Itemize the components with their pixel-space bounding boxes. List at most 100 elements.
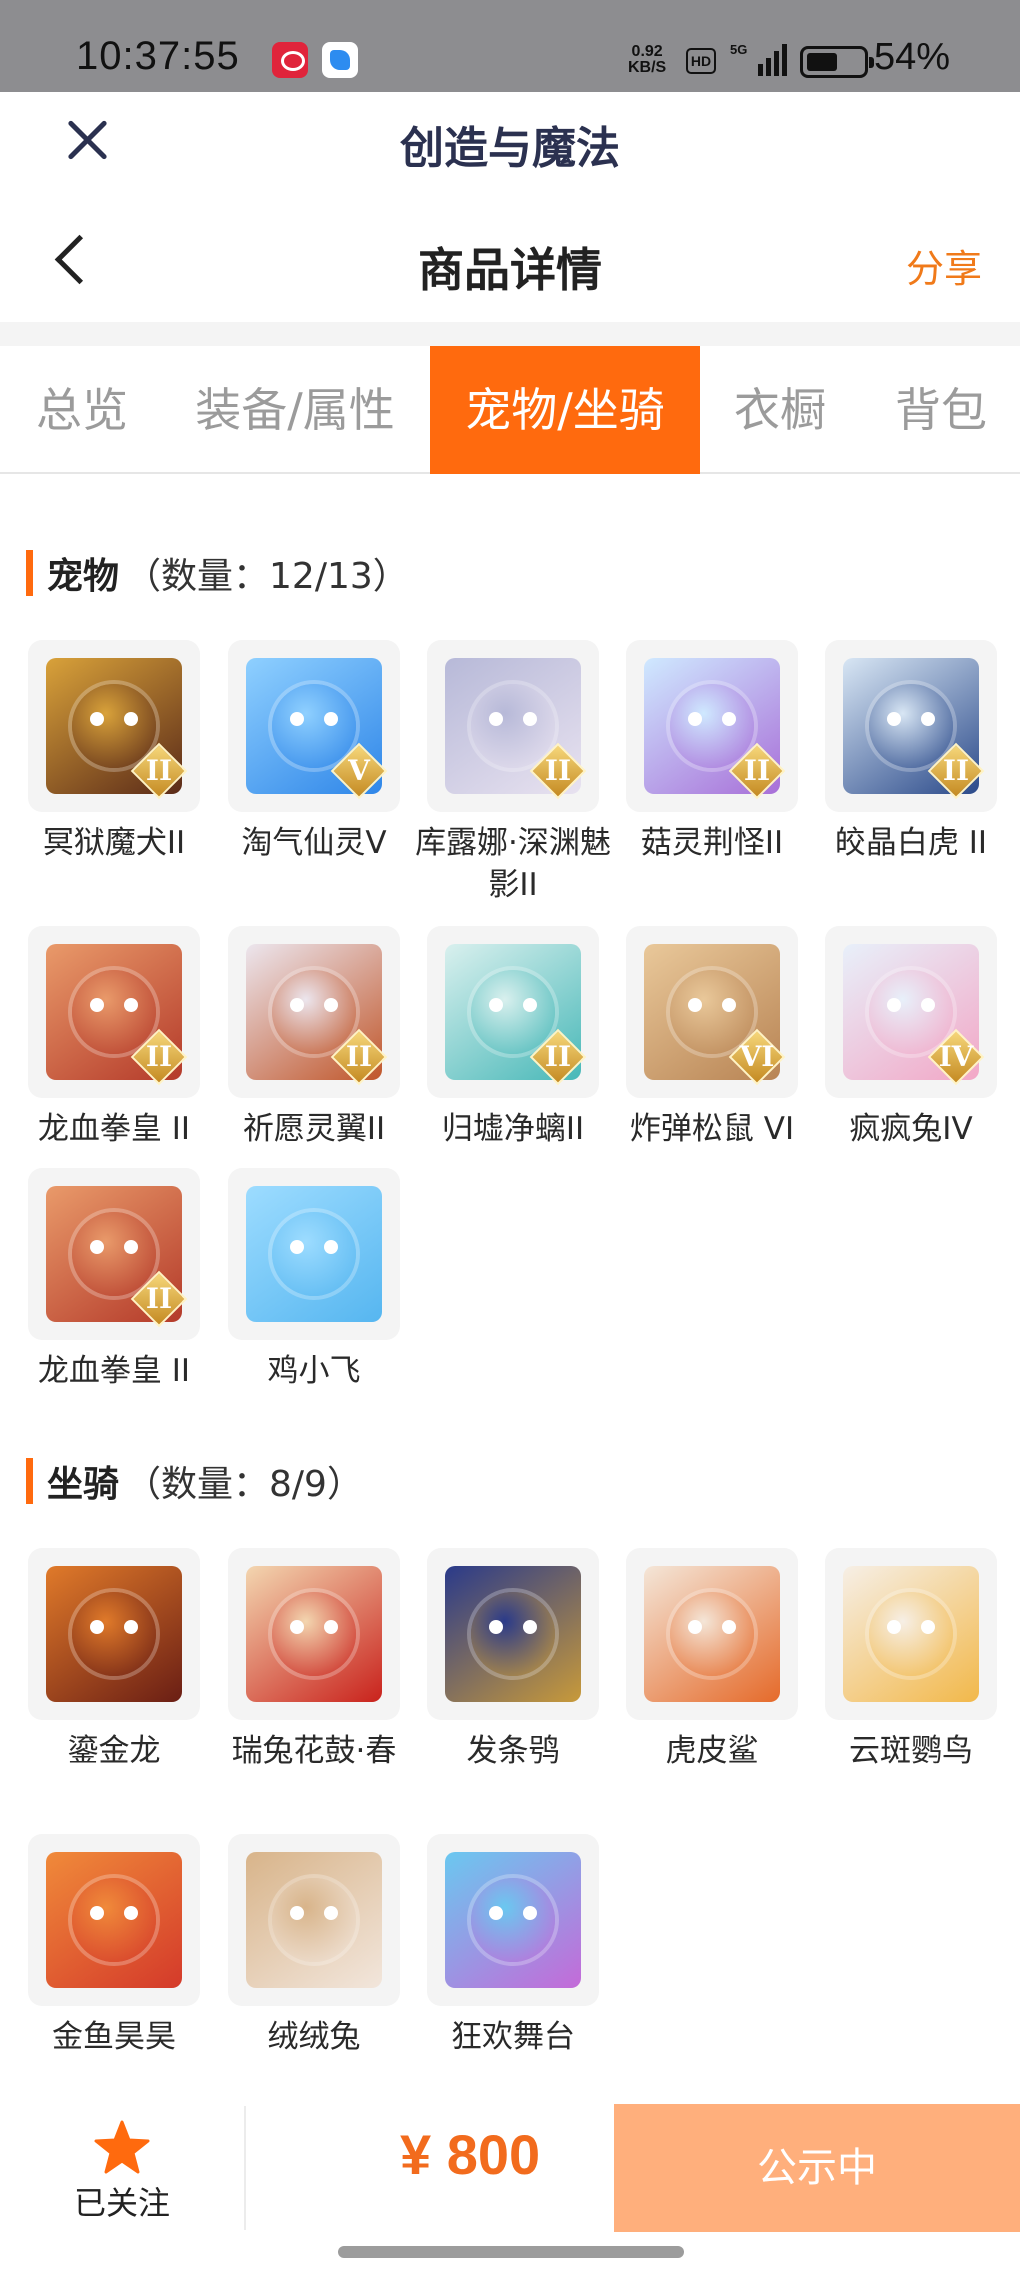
grid-item[interactable]: VI 炸弹松鼠 VI <box>624 926 800 1150</box>
item-artwork-eye <box>523 1906 537 1920</box>
item-artwork-eye <box>722 998 736 1012</box>
item-thumbnail: IV <box>825 926 997 1098</box>
item-artwork-eye <box>290 1906 304 1920</box>
grid-item[interactable]: 狂欢舞台 <box>425 1834 601 2058</box>
item-artwork-eye <box>489 712 503 726</box>
network-speed-value: 0.92 <box>631 43 663 60</box>
item-name: 鎏金龙 <box>67 1733 161 1769</box>
item-artwork-eye <box>290 712 304 726</box>
tab-wardrobe[interactable]: 衣橱 <box>718 346 842 474</box>
tier-badge-text: II <box>942 754 970 787</box>
signal-icon: 5G <box>730 42 787 76</box>
item-artwork-eye <box>90 1620 104 1634</box>
home-indicator[interactable] <box>338 2246 684 2258</box>
grid-item[interactable]: 鸡小飞 <box>226 1168 402 1392</box>
tier-badge: II <box>130 742 188 800</box>
item-artwork <box>246 1852 382 1988</box>
grid-item[interactable]: 绒绒兔 <box>226 1834 402 2058</box>
section-marker <box>26 550 33 596</box>
notification-app-icon <box>272 42 308 78</box>
tier-badge-text: IV <box>938 1040 974 1073</box>
item-artwork-eye <box>90 1906 104 1920</box>
grid-item[interactable]: 发条鸮 <box>425 1548 601 1772</box>
item-name: 绒绒兔 <box>267 2019 361 2055</box>
item-thumbnail: II <box>228 926 400 1098</box>
grid-item[interactable]: 虎皮鲨 <box>624 1548 800 1772</box>
item-artwork-figure <box>72 1878 156 1962</box>
tier-badge: II <box>927 742 985 800</box>
app-bar: 创造与魔法 <box>0 92 1020 192</box>
item-thumbnail: II <box>427 640 599 812</box>
tier-badge: II <box>529 1028 587 1086</box>
mounts-section-header: 坐骑 （数量：8/9） <box>26 1456 363 1506</box>
tier-badge: II <box>529 742 587 800</box>
item-artwork-eye <box>688 1620 702 1634</box>
item-thumbnail: II <box>825 640 997 812</box>
item-artwork-eye <box>688 998 702 1012</box>
grid-item[interactable]: II 归墟净螭II <box>425 926 601 1150</box>
item-artwork <box>445 1852 581 1988</box>
item-name: 祈愿灵翼II <box>242 1111 386 1147</box>
item-artwork-eye <box>921 998 935 1012</box>
tier-badge: II <box>330 1028 388 1086</box>
tab-backpack[interactable]: 背包 <box>876 346 1006 474</box>
tier-badge-text: II <box>145 754 173 787</box>
item-thumbnail <box>825 1548 997 1720</box>
follow-button[interactable]: 已关注 <box>0 2100 244 2236</box>
tier-badge-text: II <box>743 754 771 787</box>
item-artwork-eye <box>124 1906 138 1920</box>
item-artwork-eye <box>921 1620 935 1634</box>
grid-item[interactable]: II 龙血拳皇 II <box>26 926 202 1150</box>
item-name: 炸弹松鼠 VI <box>629 1111 795 1147</box>
item-artwork-eye <box>324 998 338 1012</box>
grid-item[interactable]: V 淘气仙灵V <box>226 640 402 864</box>
status-button[interactable]: 公示中 <box>614 2104 1020 2232</box>
item-artwork-figure <box>869 1592 953 1676</box>
tier-badge: VI <box>728 1028 786 1086</box>
item-artwork-figure <box>471 1878 555 1962</box>
grid-item[interactable]: 鎏金龙 <box>26 1548 202 1772</box>
item-artwork-eye <box>124 1240 138 1254</box>
tier-badge: II <box>130 1270 188 1328</box>
grid-item[interactable]: II 皎晶白虎 II <box>823 640 999 864</box>
grid-item[interactable]: IV 疯疯兔IV <box>823 926 999 1150</box>
grid-item[interactable]: 瑞兔花鼓·春 <box>226 1548 402 1772</box>
pets-section-title: 宠物 <box>47 556 120 597</box>
divider <box>0 322 1020 346</box>
item-artwork-eye <box>290 1620 304 1634</box>
item-thumbnail: II <box>626 640 798 812</box>
tab-equipment[interactable]: 装备/属性 <box>184 346 406 474</box>
mounts-section-title: 坐骑 <box>47 1464 120 1505</box>
tab-pets-mounts[interactable]: 宠物/坐骑 <box>430 346 700 474</box>
tier-badge-text: II <box>544 754 572 787</box>
item-thumbnail: V <box>228 640 400 812</box>
grid-item[interactable]: II 菇灵荆怪II <box>624 640 800 864</box>
grid-item[interactable]: 云斑鹦鸟 <box>823 1548 999 1772</box>
item-thumbnail <box>626 1548 798 1720</box>
item-thumbnail: II <box>28 640 200 812</box>
item-artwork-eye <box>489 1906 503 1920</box>
item-name: 狂欢舞台 <box>451 2019 575 2055</box>
item-name: 淘气仙灵V <box>241 825 387 861</box>
grid-item[interactable]: II 龙血拳皇 II <box>26 1168 202 1392</box>
network-type-label: 5G <box>730 42 747 57</box>
grid-item[interactable]: II 冥狱魔犬II <box>26 640 202 864</box>
tab-overview[interactable]: 总览 <box>0 346 164 474</box>
tier-badge: IV <box>927 1028 985 1086</box>
item-artwork-eye <box>523 712 537 726</box>
grid-item[interactable]: 金鱼昊昊 <box>26 1834 202 2058</box>
grid-item[interactable]: II 祈愿灵翼II <box>226 926 402 1150</box>
battery-icon <box>800 46 874 78</box>
item-thumbnail: VI <box>626 926 798 1098</box>
tier-badge-text: II <box>544 1040 572 1073</box>
tier-badge: II <box>728 742 786 800</box>
item-name: 云斑鹦鸟 <box>849 1733 973 1769</box>
grid-item[interactable]: II 库露娜·深渊魅影II <box>415 640 611 906</box>
item-artwork-eye <box>523 998 537 1012</box>
item-artwork-eye <box>90 712 104 726</box>
item-name: 皎晶白虎 II <box>834 825 988 861</box>
share-button[interactable]: 分享 <box>906 238 982 293</box>
section-marker <box>26 1458 33 1504</box>
status-time: 10:37:55 <box>76 34 240 78</box>
item-artwork-eye <box>722 712 736 726</box>
